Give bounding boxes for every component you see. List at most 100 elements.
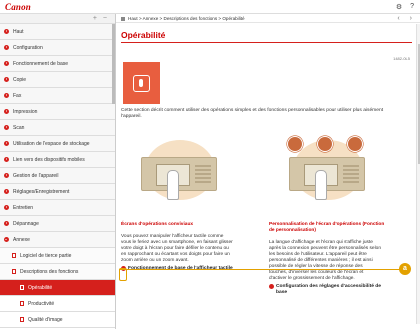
breadcrumb: Haut > Annexe > Descriptions des fonctio… bbox=[116, 14, 420, 23]
collapsed-arrow-icon bbox=[4, 221, 9, 226]
keypad-illustration bbox=[195, 165, 211, 183]
page-icon bbox=[20, 285, 24, 290]
sidebar-item-label: Entretien bbox=[13, 204, 34, 211]
top-bar: Canon ⚙ ? bbox=[0, 0, 420, 14]
collapsed-arrow-icon bbox=[4, 45, 9, 50]
page-icon bbox=[20, 301, 24, 306]
sidebar-item[interactable]: Descriptions des fonctions bbox=[0, 263, 115, 279]
sidebar-item[interactable]: Configuration bbox=[0, 39, 115, 55]
sidebar-item[interactable]: Fax bbox=[0, 87, 115, 103]
sidebar-item[interactable]: Copie bbox=[0, 71, 115, 87]
next-page-icon[interactable]: › bbox=[410, 14, 412, 23]
keypad-illustration bbox=[343, 165, 359, 183]
top-icons: ⚙ ? bbox=[396, 3, 414, 11]
sidebar-item[interactable]: Logiciel de tierce partie bbox=[0, 247, 115, 263]
sidebar-item-label: Lien vers des dispositifs mobiles bbox=[13, 156, 85, 163]
sidebar-item[interactable]: Réglages/Enregistrement bbox=[0, 183, 115, 199]
feature-column-touch: Écrans d'opérations conviviaux Vous pouv… bbox=[121, 130, 243, 272]
wrench-icon bbox=[347, 136, 363, 152]
intro-text: Cette section décrit comment utiliser de… bbox=[121, 108, 384, 119]
sidebar-item[interactable]: Utilisation de l'espace de stockage bbox=[0, 135, 115, 151]
sidebar-item[interactable]: Lien vers des dispositifs mobiles bbox=[0, 151, 115, 167]
content-scrollbar[interactable] bbox=[416, 24, 420, 324]
collapsed-arrow-icon bbox=[4, 173, 9, 178]
page-icon bbox=[12, 269, 16, 274]
title-divider bbox=[121, 42, 412, 43]
sidebar-item-label: Logiciel de tierce partie bbox=[20, 252, 72, 259]
sidebar-item[interactable]: Qualité d'image bbox=[0, 311, 115, 327]
doc-id: 1482-0L5 bbox=[393, 56, 410, 61]
sidebar-list: Haut Configuration Fonctionnement de base C… bbox=[0, 23, 115, 329]
sidebar-item[interactable]: Scan bbox=[0, 119, 115, 135]
feature-column-customize: Personnalisation de l'écran d'opérations… bbox=[269, 130, 391, 296]
sidebar-item[interactable]: Fonctionnement de base bbox=[0, 55, 115, 71]
sidebar-item-label: Configuration bbox=[13, 44, 43, 51]
sidebar-item-label: Fonctionnement de base bbox=[13, 60, 69, 67]
link-arrow-icon bbox=[269, 284, 274, 290]
collapsed-arrow-icon bbox=[4, 141, 9, 146]
feature-heading-touch: Écrans d'opérations conviviaux bbox=[121, 222, 194, 227]
hand-illustration bbox=[167, 170, 179, 200]
sidebar-item-label: Productivité bbox=[28, 300, 55, 307]
sidebar-item-label: Gestion de l'appareil bbox=[13, 172, 59, 179]
sidebar-item-label: Réglages/Enregistrement bbox=[13, 188, 70, 195]
collapsed-arrow-icon bbox=[4, 125, 9, 130]
user-icon bbox=[317, 136, 333, 152]
sidebar-item[interactable]: Haut bbox=[0, 23, 115, 39]
collapse-all-button[interactable]: − bbox=[103, 14, 107, 23]
help-icon[interactable]: ? bbox=[410, 3, 414, 11]
sidebar-tools: + − bbox=[0, 14, 115, 23]
sidebar-item[interactable]: Impression bbox=[0, 103, 115, 119]
sidebar-item[interactable]: Gestion de l'appareil bbox=[0, 167, 115, 183]
collapsed-arrow-icon bbox=[4, 109, 9, 114]
breadcrumb-text[interactable]: Haut > Annexe > Descriptions des fonctio… bbox=[128, 16, 245, 21]
sidebar-item[interactable]: Productivité bbox=[0, 295, 115, 311]
gear-icon[interactable]: ⚙ bbox=[396, 3, 402, 11]
control-panel-illustration bbox=[141, 157, 217, 191]
collapsed-arrow-icon bbox=[4, 157, 9, 162]
home-icon[interactable] bbox=[121, 16, 125, 21]
link-accessibility[interactable]: Configuration des réglages d'accessibili… bbox=[269, 284, 391, 296]
sidebar-item-label: Qualité d'image bbox=[28, 316, 63, 323]
collapsed-arrow-icon bbox=[4, 29, 9, 34]
page-title: Opérabilité bbox=[121, 30, 166, 40]
prev-page-icon[interactable]: ‹ bbox=[397, 14, 399, 23]
callout-highlight bbox=[119, 268, 127, 281]
touch-panel-illustration bbox=[123, 130, 233, 222]
sidebar-item-label: Opérabilité bbox=[28, 284, 53, 291]
collapsed-arrow-icon bbox=[4, 93, 9, 98]
touch-icon bbox=[133, 74, 150, 92]
feature-text-touch: Vous pouvez manipuler l'afficheur tactil… bbox=[121, 233, 233, 263]
sidebar-item-label: Descriptions des fonctions bbox=[20, 268, 79, 275]
canon-logo[interactable]: Canon bbox=[5, 2, 31, 12]
sidebar-scrollbar[interactable] bbox=[112, 24, 115, 104]
collapsed-arrow-icon bbox=[4, 61, 9, 66]
expanded-arrow-icon bbox=[4, 237, 9, 242]
page-icon bbox=[12, 253, 16, 258]
hand-illustration bbox=[315, 170, 327, 200]
sidebar-item-label: Utilisation de l'espace de stockage bbox=[13, 140, 90, 147]
sidebar-item[interactable]: Opérabilité bbox=[0, 279, 115, 295]
sidebar-item-label: Haut bbox=[13, 28, 24, 35]
sidebar-item[interactable]: Dépannage bbox=[0, 215, 115, 231]
sidebar-item-label: Scan bbox=[13, 124, 25, 131]
sidebar-item-label: Fax bbox=[13, 92, 22, 99]
sidebar: + − Haut Configuration Fonctionnement de b… bbox=[0, 14, 116, 329]
sidebar-item-label: Copie bbox=[13, 76, 27, 83]
sidebar-item[interactable]: Entretien bbox=[0, 199, 115, 215]
expand-all-button[interactable]: + bbox=[93, 14, 97, 23]
callout-leader bbox=[119, 269, 402, 270]
link-accessibility-label[interactable]: Configuration des réglages d'accessibili… bbox=[276, 284, 391, 296]
sidebar-item-label: Impression bbox=[13, 108, 38, 115]
wrench-icon bbox=[287, 136, 303, 152]
collapsed-arrow-icon bbox=[4, 77, 9, 82]
sidebar-item-label: Dépannage bbox=[13, 220, 39, 227]
content-pane: Haut > Annexe > Descriptions des fonctio… bbox=[116, 14, 420, 329]
callout-badge: a bbox=[399, 263, 411, 275]
customization-illustration bbox=[271, 130, 381, 222]
feature-heading-customize: Personnalisation de l'écran d'opérations… bbox=[269, 222, 385, 233]
control-panel-illustration bbox=[289, 157, 365, 191]
feature-text-customize: La langue d'affichage et l'écran qui s'a… bbox=[269, 239, 382, 281]
sidebar-item[interactable]: Annexe bbox=[0, 231, 115, 247]
page-nav: ‹ › bbox=[397, 14, 412, 23]
